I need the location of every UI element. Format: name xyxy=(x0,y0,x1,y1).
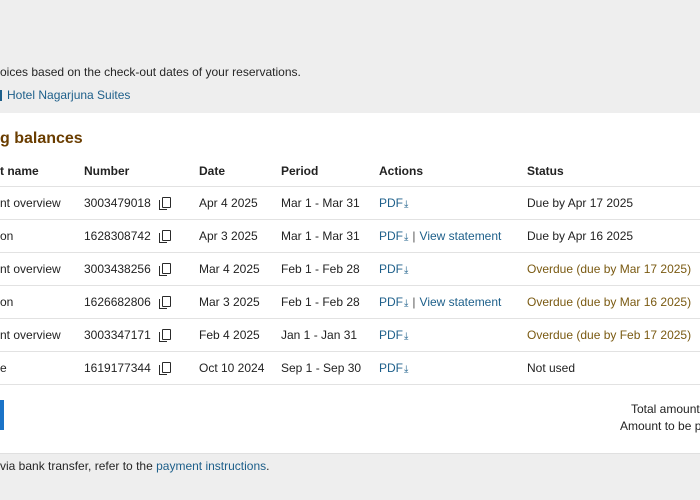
col-header-actions: Actions xyxy=(379,156,527,187)
download-icon: ⤓ xyxy=(404,199,409,210)
row-actions: PDF⤓ xyxy=(379,186,527,220)
footer-note: via bank transfer, refer to the payment … xyxy=(0,459,270,473)
copy-icon[interactable] xyxy=(158,230,171,243)
download-icon: ⤓ xyxy=(404,265,409,276)
row-date: Feb 4 2025 xyxy=(199,318,281,352)
col-header-name: t name xyxy=(0,156,84,187)
copy-icon[interactable] xyxy=(158,296,171,309)
footer-prefix: via bank transfer, refer to the xyxy=(0,459,157,473)
hotel-link-label[interactable]: Hotel Nagarjuna Suites xyxy=(7,88,130,102)
row-number: 3003347171 xyxy=(84,328,151,342)
row-number-cell: 1619177344 xyxy=(84,351,199,385)
row-actions: PDF⤓ xyxy=(379,351,527,385)
copy-icon[interactable] xyxy=(158,263,171,276)
row-date: Apr 3 2025 xyxy=(199,219,281,253)
download-icon: ⤓ xyxy=(404,232,409,243)
balances-panel: g balances t name Number Date Period Act… xyxy=(0,113,700,454)
link-marker xyxy=(0,89,2,101)
col-header-period: Period xyxy=(281,156,379,187)
pdf-download-link[interactable]: PDF⤓ xyxy=(379,196,408,210)
row-number: 3003479018 xyxy=(84,196,151,210)
row-number: 3003438256 xyxy=(84,262,151,276)
pdf-download-link[interactable]: PDF⤓ xyxy=(379,262,408,276)
row-number: 1628308742 xyxy=(84,229,151,243)
hotel-link[interactable]: Hotel Nagarjuna Suites xyxy=(0,88,130,102)
row-actions: PDF⤓ | View statement xyxy=(379,219,527,253)
col-header-date: Date xyxy=(199,156,281,187)
row-status: Not used xyxy=(527,351,700,385)
row-status: Overdue (due by Mar 17 2025) xyxy=(527,252,700,286)
pdf-label[interactable]: PDF xyxy=(379,295,403,309)
view-statement-link[interactable]: View statement xyxy=(420,229,502,243)
pdf-download-link[interactable]: PDF⤓ xyxy=(379,295,408,309)
row-number-cell: 3003347171 xyxy=(84,318,199,352)
row-status: Due by Apr 16 2025 xyxy=(527,219,700,253)
pdf-label[interactable]: PDF xyxy=(379,262,403,276)
row-number-cell: 1626682806 xyxy=(84,285,199,319)
table-row: nt overview 3003347171 Feb 4 2025 Jan 1 - J… xyxy=(0,318,700,352)
download-icon: ⤓ xyxy=(404,364,409,375)
row-date: Mar 4 2025 xyxy=(199,252,281,286)
table-row: on 1628308742 Apr 3 2025 Mar 1 - Mar 31 PDF⤓… xyxy=(0,219,700,253)
copy-icon[interactable] xyxy=(158,329,171,342)
intro-text: oices based on the check-out dates of yo… xyxy=(0,65,301,79)
download-icon: ⤓ xyxy=(404,298,409,309)
row-name: nt overview xyxy=(0,318,84,352)
row-name: nt overview xyxy=(0,186,84,220)
pdf-download-link[interactable]: PDF⤓ xyxy=(379,328,408,342)
payment-instructions-link[interactable]: payment instructions xyxy=(156,459,266,473)
row-number-cell: 3003479018 xyxy=(84,186,199,220)
row-name: e xyxy=(0,351,84,385)
row-date: Mar 3 2025 xyxy=(199,285,281,319)
col-header-number: Number xyxy=(84,156,199,187)
table-row: nt overview 3003438256 Mar 4 2025 Feb 1 - F… xyxy=(0,252,700,286)
view-statement-link[interactable]: View statement xyxy=(420,295,502,309)
table-row: on 1626682806 Mar 3 2025 Feb 1 - Feb 28 PDF⤓… xyxy=(0,285,700,319)
row-number: 1626682806 xyxy=(84,295,151,309)
col-header-status: Status xyxy=(527,156,700,187)
row-actions: PDF⤓ xyxy=(379,252,527,286)
download-icon: ⤓ xyxy=(404,331,409,342)
total-amount-label: Total amount xyxy=(631,402,700,416)
pay-button[interactable] xyxy=(0,400,4,430)
pdf-label[interactable]: PDF xyxy=(379,229,403,243)
row-number-cell: 1628308742 xyxy=(84,219,199,253)
row-actions: PDF⤓ xyxy=(379,318,527,352)
row-period: Feb 1 - Feb 28 xyxy=(281,285,379,319)
copy-icon[interactable] xyxy=(158,362,171,375)
table-row: e 1619177344 Oct 10 2024 Sep 1 - Sep 30 PDF⤓… xyxy=(0,351,700,385)
row-name: on xyxy=(0,285,84,319)
table-header-row: t name Number Date Period Actions Status xyxy=(0,156,700,187)
pdf-download-link[interactable]: PDF⤓ xyxy=(379,361,408,375)
row-date: Apr 4 2025 xyxy=(199,186,281,220)
row-date: Oct 10 2024 xyxy=(199,351,281,385)
amount-to-pay-label: Amount to be p xyxy=(620,419,700,433)
row-period: Jan 1 - Jan 31 xyxy=(281,318,379,352)
action-separator: | xyxy=(412,229,416,243)
row-status: Due by Apr 17 2025 xyxy=(527,186,700,220)
pdf-label[interactable]: PDF xyxy=(379,361,403,375)
row-number-cell: 3003438256 xyxy=(84,252,199,286)
row-name: nt overview xyxy=(0,252,84,286)
pdf-label[interactable]: PDF xyxy=(379,328,403,342)
row-status: Overdue (due by Mar 16 2025) xyxy=(527,285,700,319)
footer-suffix: . xyxy=(266,459,270,473)
row-period: Mar 1 - Mar 31 xyxy=(281,186,379,220)
row-status: Overdue (due by Feb 17 2025) xyxy=(527,318,700,352)
copy-icon[interactable] xyxy=(158,197,171,210)
row-name: on xyxy=(0,219,84,253)
table-row: nt overview 3003479018 Apr 4 2025 Mar 1 - M… xyxy=(0,186,700,220)
section-title: g balances xyxy=(0,130,83,147)
balances-table: t name Number Date Period Actions Status… xyxy=(0,156,700,385)
pdf-label[interactable]: PDF xyxy=(379,196,403,210)
row-actions: PDF⤓ | View statement xyxy=(379,285,527,319)
action-separator: | xyxy=(412,295,416,309)
row-period: Sep 1 - Sep 30 xyxy=(281,351,379,385)
row-number: 1619177344 xyxy=(84,361,151,375)
row-period: Mar 1 - Mar 31 xyxy=(281,219,379,253)
pdf-download-link[interactable]: PDF⤓ xyxy=(379,229,408,243)
row-period: Feb 1 - Feb 28 xyxy=(281,252,379,286)
